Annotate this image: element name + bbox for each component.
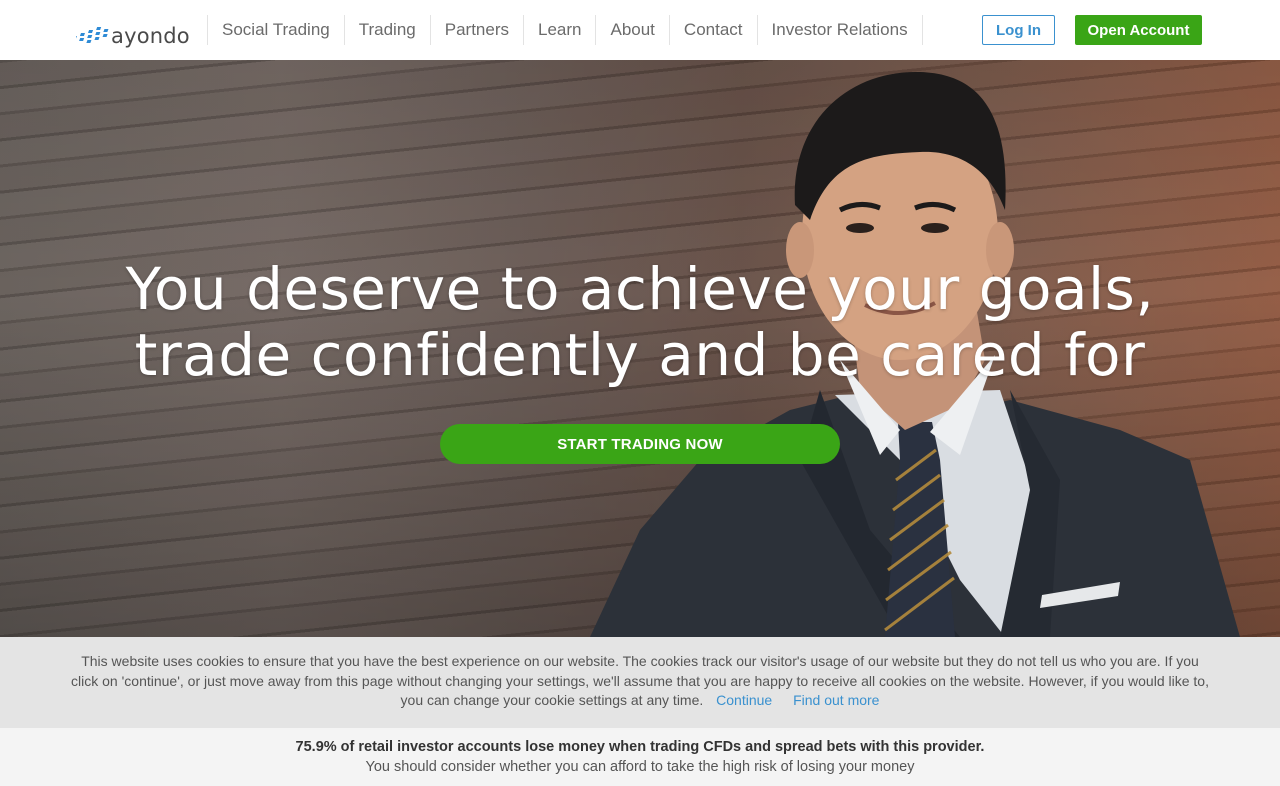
hero-title-line-1: You deserve to achieve your goals, xyxy=(125,255,1155,323)
site-header: ayondo Social Trading Trading Partners L… xyxy=(0,0,1280,60)
logo-text: ayondo xyxy=(111,24,190,48)
cookie-find-out-more-link[interactable]: Find out more xyxy=(793,692,879,708)
risk-warning-headline: 75.9% of retail investor accounts lose m… xyxy=(295,739,985,755)
main-nav: Social Trading Trading Partners Learn Ab… xyxy=(207,15,923,45)
start-trading-button[interactable]: START TRADING NOW xyxy=(440,424,840,464)
nav-item-learn[interactable]: Learn xyxy=(523,15,595,45)
open-account-button[interactable]: Open Account xyxy=(1075,15,1202,45)
nav-item-investor-relations[interactable]: Investor Relations xyxy=(756,15,923,45)
nav-item-partners[interactable]: Partners xyxy=(429,15,523,45)
nav-item-contact[interactable]: Contact xyxy=(668,15,757,45)
login-button[interactable]: Log In xyxy=(982,15,1055,45)
nav-item-trading[interactable]: Trading xyxy=(343,15,430,45)
risk-warning-subline: You should consider whether you can affo… xyxy=(365,758,915,775)
ayondo-logo[interactable]: ayondo xyxy=(76,14,190,48)
nav-item-social-trading[interactable]: Social Trading xyxy=(207,15,344,45)
logo-mark-icon xyxy=(76,27,109,43)
risk-warning: 75.9% of retail investor accounts lose m… xyxy=(0,728,1280,786)
nav-item-about[interactable]: About xyxy=(595,15,668,45)
hero-section: You deserve to achieve your goals, trade… xyxy=(0,60,1280,637)
cookie-banner-text: This website uses cookies to ensure that… xyxy=(71,653,1209,708)
cookie-banner: This website uses cookies to ensure that… xyxy=(0,637,1280,728)
hero-title: You deserve to achieve your goals, trade… xyxy=(0,256,1280,388)
hero-title-line-2: trade confidently and be cared for xyxy=(134,321,1146,389)
cookie-continue-link[interactable]: Continue xyxy=(716,692,772,708)
